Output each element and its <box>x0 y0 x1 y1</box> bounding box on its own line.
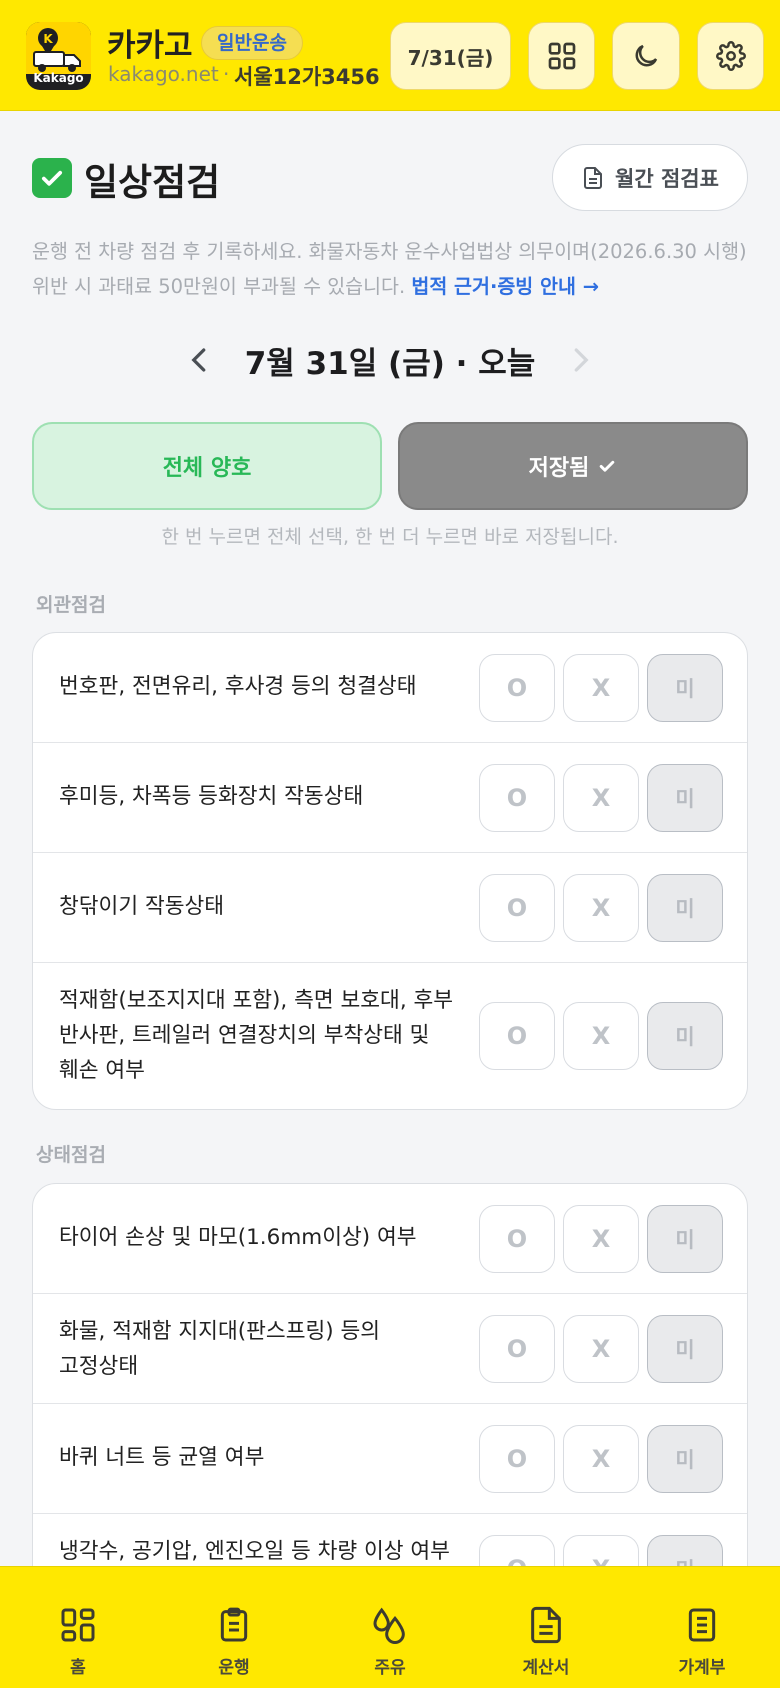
saved-label: 저장됨 <box>528 456 590 481</box>
nav-invoice[interactable]: 계산서 <box>468 1567 624 1688</box>
unchecked-button[interactable]: 미 <box>647 1205 723 1273</box>
chevron-right-icon[interactable] <box>565 345 595 375</box>
check-item-label: 타이어 손상 및 마모(1.6mm이상) 여부 <box>59 1225 417 1250</box>
nav-fuel[interactable]: 주유 <box>312 1567 468 1688</box>
current-date: 7월 31일 (금) · 오늘 <box>244 346 536 382</box>
nav-home[interactable]: 홈 <box>0 1567 156 1688</box>
check-item-label: 적재함(보조지지대 포함), 측면 보호대, 후부반사판, 트레일러 연결장치의… <box>59 988 454 1083</box>
nav-label: 계산서 <box>522 1658 570 1678</box>
check-item-label: 번호판, 전면유리, 후사경 등의 청결상태 <box>59 674 417 699</box>
check-item-label: 후미등, 차폭등 등화장치 작동상태 <box>59 784 364 809</box>
unchecked-button[interactable]: 미 <box>647 874 723 942</box>
unchecked-button[interactable]: 미 <box>647 1425 723 1493</box>
exterior-check-card: 번호판, 전면유리, 후사경 등의 청결상태 O X 미 후미등, 차폭등 등화… <box>32 632 748 1110</box>
legal-basis-link[interactable]: 법적 근거·증빙 안내 → <box>411 275 599 298</box>
clipboard-icon <box>220 1607 248 1642</box>
check-item-label: 냉각수, 공기압, 엔진오일 등 차량 이상 여부 <box>59 1539 450 1564</box>
check-row: 번호판, 전면유리, 후사경 등의 청결상태 O X 미 <box>33 633 747 743</box>
check-row: 타이어 손상 및 마모(1.6mm이상) 여부 O X 미 <box>33 1184 747 1294</box>
home-grid-icon <box>61 1608 95 1642</box>
kakago-logo[interactable]: K Kakago <box>26 22 91 90</box>
unchecked-button[interactable]: 미 <box>647 1315 723 1383</box>
ok-button[interactable]: O <box>479 1002 555 1070</box>
invoice-icon <box>531 1606 561 1644</box>
description-text: 운행 전 차량 점검 후 기록하세요. 화물자동차 운수사업법상 의무이며(20… <box>32 240 747 298</box>
action-hint: 한 번 누르면 전체 선택, 한 번 더 누르면 바로 저장됩니다. <box>161 526 619 548</box>
fail-button[interactable]: X <box>563 1205 639 1273</box>
domain-text: kakago.net <box>108 62 219 86</box>
description: 운행 전 차량 점검 후 기록하세요. 화물자동차 운수사업법상 의무이며(20… <box>32 234 757 304</box>
section-title-exterior: 외관점검 <box>36 594 106 616</box>
bottom-navigation: 홈 운행 주유 계산서 가계부 <box>0 1566 780 1688</box>
moon-icon <box>635 44 658 67</box>
settings-button[interactable] <box>697 22 764 90</box>
nav-label: 홈 <box>70 1658 86 1678</box>
document-icon <box>584 166 603 189</box>
monthly-checklist-button[interactable]: 월간 점검표 <box>552 144 748 211</box>
ok-button[interactable]: O <box>479 654 555 722</box>
grid-menu-button[interactable] <box>528 22 595 90</box>
nav-label: 가계부 <box>678 1658 726 1678</box>
app-header: K Kakago 카카고 일반운송 kakago.net · 서울12가3456… <box>0 0 780 111</box>
date-button[interactable]: 7/31(금) <box>390 22 511 90</box>
unchecked-button[interactable]: 미 <box>647 764 723 832</box>
fuel-drop-icon <box>373 1607 405 1644</box>
chevron-left-icon[interactable] <box>185 345 215 375</box>
ok-button[interactable]: O <box>479 1425 555 1493</box>
unchecked-button[interactable]: 미 <box>647 654 723 722</box>
check-row: 창닦이기 작동상태 O X 미 <box>33 853 747 963</box>
monthly-button-label: 월간 점검표 <box>615 166 719 191</box>
vehicle-plate: 서울12가3456 <box>234 65 380 89</box>
gear-icon <box>715 41 746 71</box>
all-good-button[interactable]: 전체 양호 <box>32 422 382 510</box>
fail-button[interactable]: X <box>563 654 639 722</box>
truck-logo-icon: K <box>26 22 91 74</box>
check-row: 후미등, 차폭등 등화장치 작동상태 O X 미 <box>33 743 747 853</box>
svg-text:K: K <box>43 32 53 46</box>
ok-button[interactable]: O <box>479 874 555 942</box>
saved-button[interactable]: 저장됨 <box>398 422 748 510</box>
ok-button[interactable]: O <box>479 1205 555 1273</box>
fail-button[interactable]: X <box>563 1002 639 1070</box>
page-title: 일상점검 <box>84 161 221 204</box>
checkmark-icon <box>32 158 72 198</box>
check-icon <box>600 460 615 472</box>
separator: · <box>223 62 230 86</box>
ledger-book-icon <box>688 1608 716 1642</box>
check-item-label: 화물, 적재함 지지대(판스프링) 등의 고정상태 <box>59 1319 381 1379</box>
ok-button[interactable]: O <box>479 764 555 832</box>
fail-button[interactable]: X <box>563 764 639 832</box>
dark-mode-button[interactable] <box>612 22 680 90</box>
nav-ledger[interactable]: 가계부 <box>624 1567 780 1688</box>
ok-button[interactable]: O <box>479 1315 555 1383</box>
brand-name: 카카고 <box>107 28 193 64</box>
check-item-label: 창닦이기 작동상태 <box>59 894 225 919</box>
fail-button[interactable]: X <box>563 1425 639 1493</box>
fail-button[interactable]: X <box>563 874 639 942</box>
check-row: 적재함(보조지지대 포함), 측면 보호대, 후부반사판, 트레일러 연결장치의… <box>33 963 747 1109</box>
check-row: 화물, 적재함 지지대(판스프링) 등의 고정상태 O X 미 <box>33 1294 747 1404</box>
nav-label: 주유 <box>374 1658 406 1678</box>
transport-type-badge[interactable]: 일반운송 <box>201 26 303 60</box>
fail-button[interactable]: X <box>563 1315 639 1383</box>
check-item-label: 바퀴 너트 등 균열 여부 <box>59 1445 265 1470</box>
nav-label: 운행 <box>218 1658 250 1678</box>
unchecked-button[interactable]: 미 <box>647 1002 723 1070</box>
section-title-condition: 상태점검 <box>36 1144 106 1166</box>
logo-label: Kakago <box>33 71 84 85</box>
nav-trips[interactable]: 운행 <box>156 1567 312 1688</box>
check-row: 바퀴 너트 등 균열 여부 O X 미 <box>33 1404 747 1514</box>
grid-icon <box>548 42 575 70</box>
